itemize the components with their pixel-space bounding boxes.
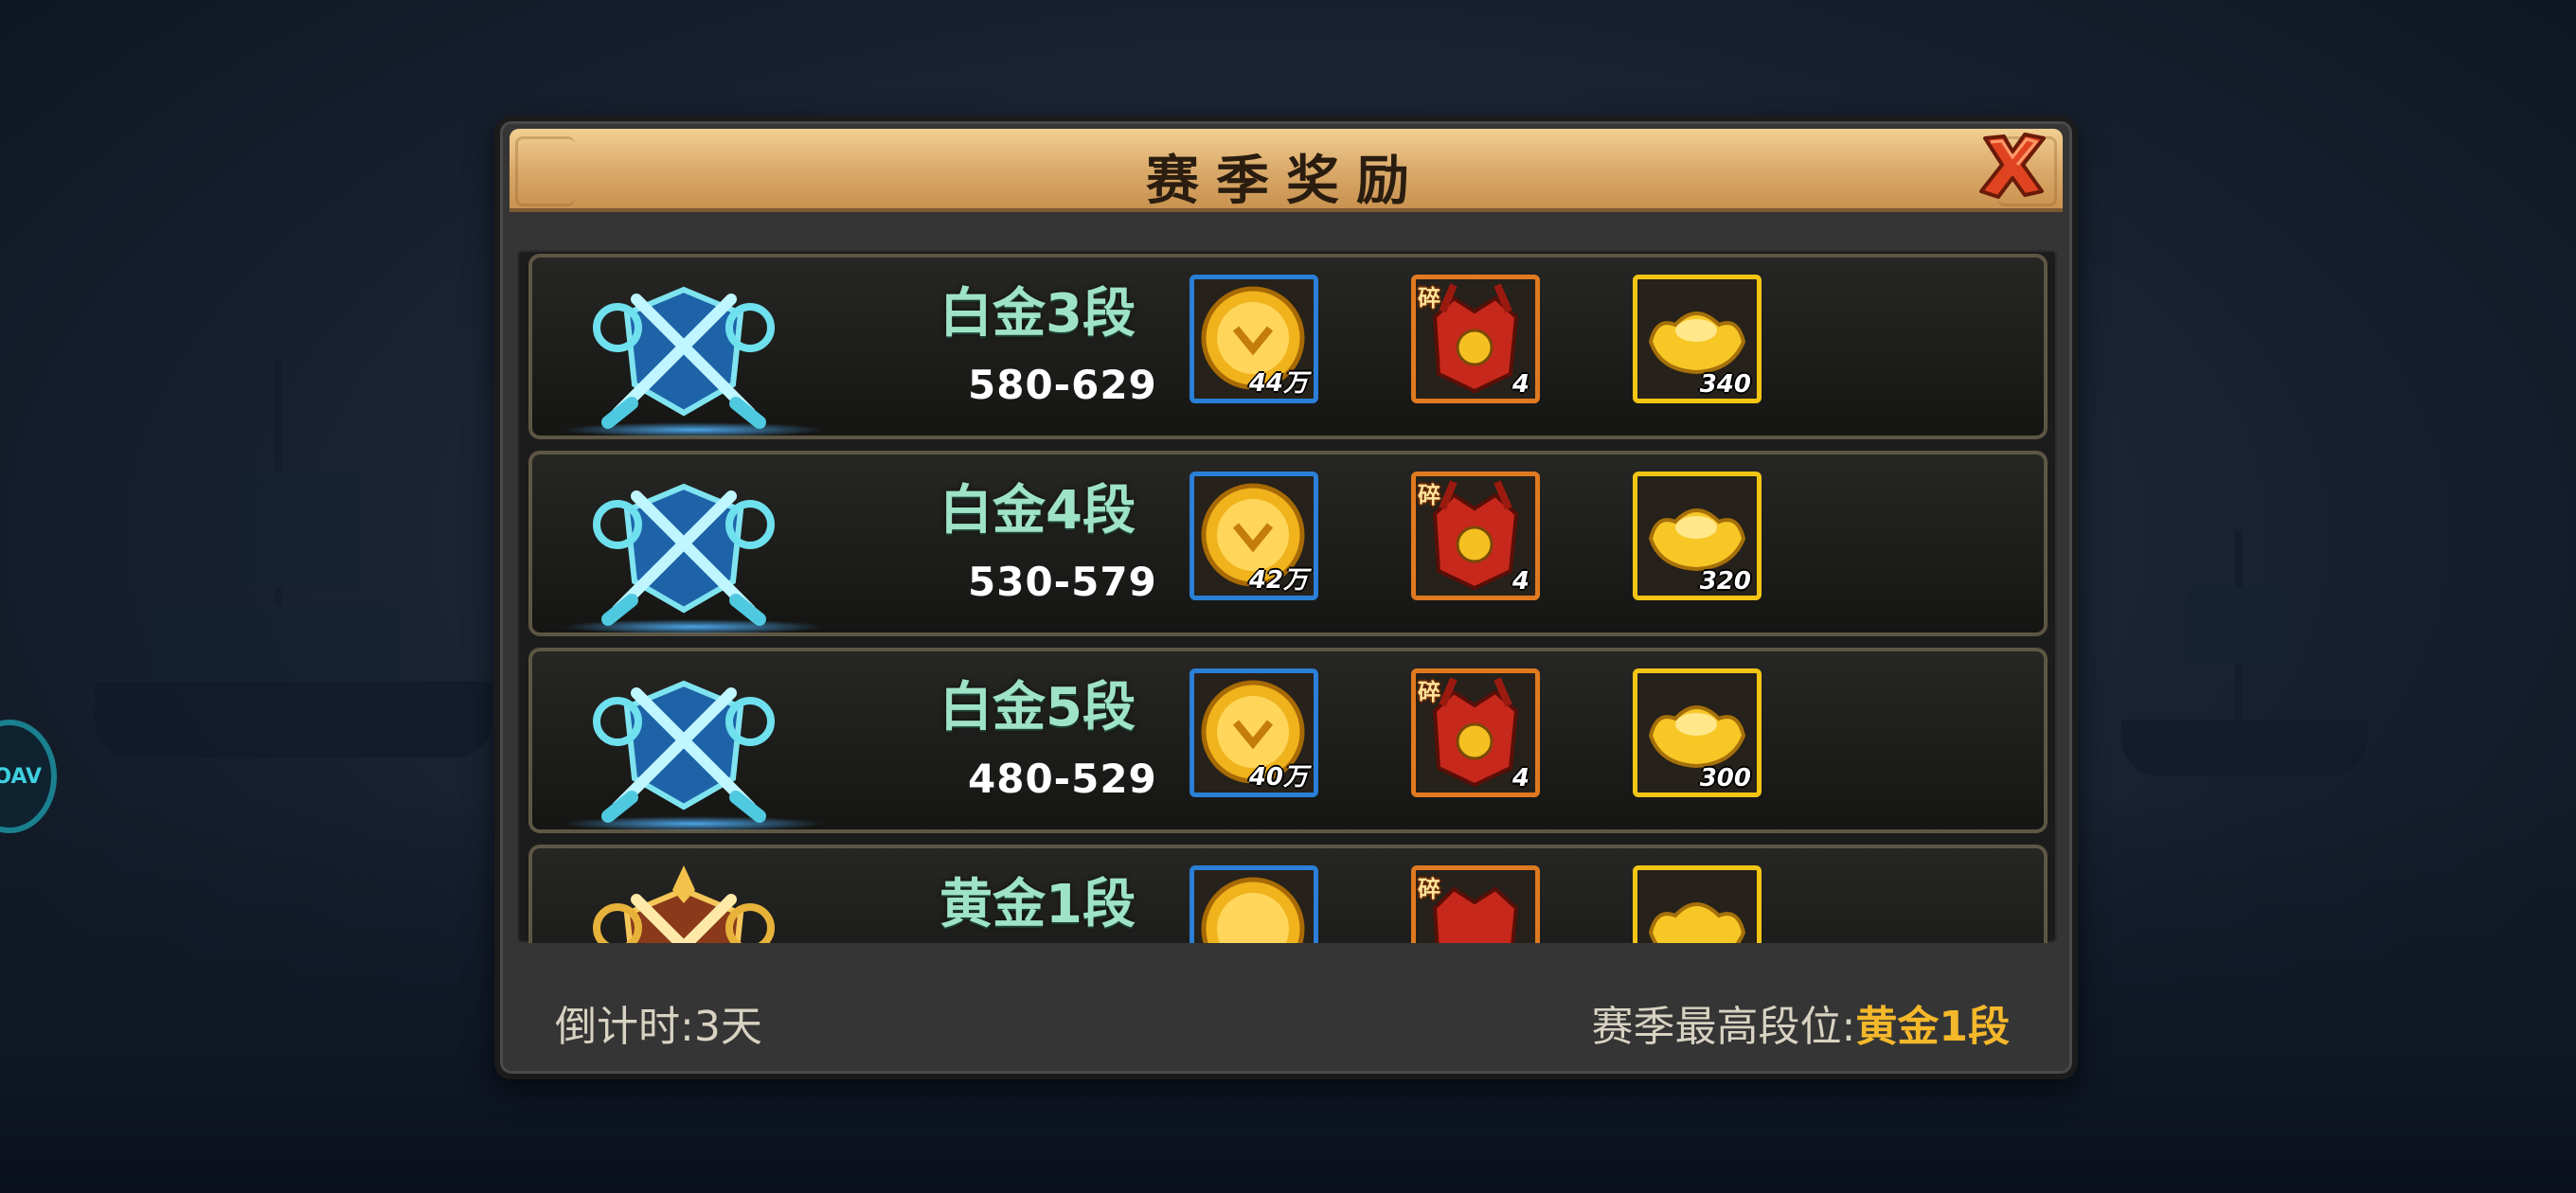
gold-ingot-icon [1648, 902, 1746, 943]
reward-row: 黄金1段 碎 [528, 845, 2048, 943]
close-x-icon [1979, 133, 2046, 199]
tier-name: 白金5段 [939, 677, 1136, 739]
equipment-fragment-reward[interactable]: 碎 4 [1411, 275, 1540, 403]
reward-row: 白金4段 530-579 42万 碎 4 320 [528, 451, 2048, 636]
score-range: 580-629 [968, 362, 1157, 408]
fragment-tag: 碎 [1418, 285, 1440, 312]
gold-ingot-reward[interactable]: 320 [1633, 472, 1762, 600]
close-button[interactable] [1976, 131, 2049, 201]
best-rank-label: 赛季最高段位: [1591, 1003, 1856, 1051]
ingot-quantity: 340 [1699, 370, 1751, 399]
gold-coin-reward[interactable]: 40万 [1190, 668, 1318, 797]
gold-ingot-reward[interactable]: 300 [1633, 668, 1762, 797]
gold-coin-reward[interactable]: 44万 [1190, 275, 1318, 403]
fragment-tag: 碎 [1418, 876, 1440, 902]
gold-ingot-reward[interactable]: 340 [1633, 275, 1762, 403]
ship-silhouette-left [95, 360, 492, 757]
equipment-fragment-reward[interactable]: 碎 4 [1411, 472, 1540, 600]
tier-name: 黄金1段 [939, 874, 1136, 935]
fragment-quantity: 4 [1512, 567, 1530, 596]
ingot-quantity: 300 [1699, 764, 1751, 792]
equipment-fragment-reward[interactable]: 碎 [1411, 865, 1540, 943]
countdown: 倒计时:3天 [555, 992, 762, 1053]
platinum-crossed-swords-emblem-icon [593, 483, 775, 626]
dialog-title: 赛季奖励 [1146, 150, 1426, 212]
gold-coin-reward[interactable] [1190, 865, 1318, 943]
coin-quantity: 44万 [1248, 369, 1308, 398]
coin-quantity: 42万 [1248, 566, 1308, 595]
fragment-tag: 碎 [1418, 679, 1440, 705]
tier-name: 白金3段 [939, 283, 1136, 345]
gold-coin-reward[interactable]: 42万 [1190, 472, 1318, 600]
reward-row: 白金3段 580-629 44万 碎 4 340 [528, 254, 2048, 439]
reward-row: 白金5段 480-529 40万 碎 4 300 [528, 648, 2048, 833]
gold-ingot-reward[interactable] [1633, 865, 1762, 943]
countdown-value: 3天 [693, 1003, 762, 1051]
gold-crossed-swords-emblem-icon [593, 865, 775, 943]
title-bar: 赛季奖励 [510, 129, 2063, 212]
tier-name: 白金4段 [939, 480, 1136, 542]
score-range: 530-579 [968, 559, 1157, 605]
coin-quantity: 40万 [1248, 763, 1308, 792]
fragment-quantity: 4 [1512, 764, 1530, 792]
best-rank-value: 黄金1段 [1855, 1003, 2010, 1051]
fragment-quantity: 4 [1512, 370, 1530, 399]
countdown-label: 倒计时: [555, 1003, 694, 1051]
rewards-list[interactable]: 白金3段 580-629 44万 碎 4 340 白金4段 530-579 42… [517, 250, 2057, 943]
ship-silhouette-right [2121, 530, 2368, 776]
side-badge-label: VOAV [0, 764, 42, 789]
platinum-crossed-swords-emblem-icon [593, 286, 775, 429]
season-best-rank: 赛季最高段位:黄金1段 [1592, 992, 2010, 1053]
ingot-quantity: 320 [1699, 567, 1751, 596]
fragment-tag: 碎 [1418, 482, 1440, 508]
platinum-crossed-swords-emblem-icon [593, 680, 775, 823]
equipment-fragment-reward[interactable]: 碎 4 [1411, 668, 1540, 797]
score-range: 480-529 [968, 756, 1157, 802]
season-rewards-dialog: 赛季奖励 白金3段 580-629 44万 碎 4 340 白金4段 530-5… [494, 116, 2078, 1079]
gold-coin-icon [1201, 877, 1305, 943]
